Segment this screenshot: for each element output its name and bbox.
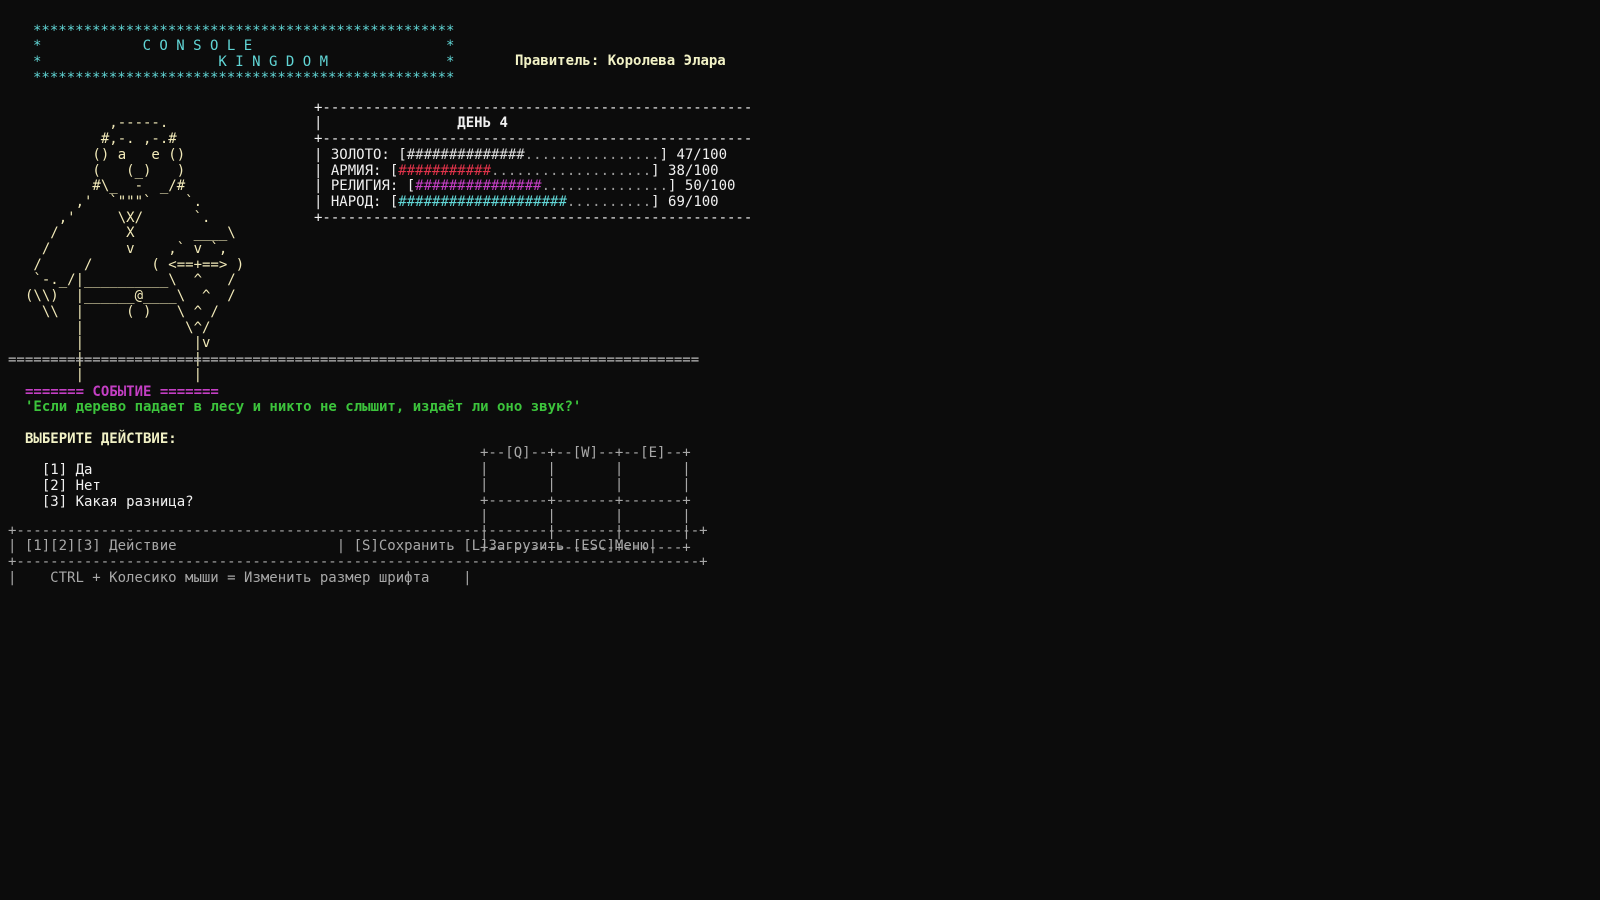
day-label: ДЕНЬ 4	[457, 115, 508, 132]
stat-row-people: | НАРОД: [####################..........…	[314, 193, 719, 210]
ruler-name: Королева Элара	[607, 53, 726, 69]
event-quote: 'Если дерево падает в лесу и никто не сл…	[25, 399, 582, 416]
stat-value: ] 38/100	[651, 162, 719, 179]
menu-button[interactable]: [ESC]Меню	[573, 538, 649, 555]
title-line-console: * C O N S O L E *	[33, 38, 455, 55]
stat-label: АРМИЯ: [	[330, 162, 399, 179]
stat-bar-empty: ..........	[566, 193, 652, 210]
save-button[interactable]: [S]Сохранить	[354, 538, 455, 555]
stat-row-gold: | ЗОЛОТО: [##############...............…	[314, 146, 728, 163]
stat-bar-empty: ...................	[491, 162, 652, 179]
stat-label: РЕЛИГИЯ: [	[330, 178, 416, 195]
console-window: ****************************************…	[0, 0, 1600, 900]
stat-bar-fill: ###############	[415, 178, 542, 195]
ruler-info: Правитель: Королева Элара	[515, 53, 726, 70]
stats-border-bottom: +---------------------------------------…	[314, 209, 753, 226]
stat-label: ЗОЛОТО: [	[330, 146, 407, 163]
stat-value: ] 50/100	[668, 178, 736, 195]
ruler-label: Правитель:	[515, 53, 600, 69]
action-keys-hint[interactable]: [1][2][3] Действие	[25, 538, 177, 555]
section-divider: ========================================…	[8, 352, 700, 368]
footer-panel: +---------------------------------------…	[8, 508, 708, 618]
stats-border-top: +---------------------------------------…	[314, 99, 753, 116]
font-size-hint: CTRL + Колесико мыши = Изменить размер ш…	[50, 569, 430, 586]
portrait-ascii-art: ,-----. #,-. ,-.# () a e () ( (_) ) #\_ …	[25, 115, 245, 383]
stat-bar-empty: ................	[524, 146, 660, 163]
stat-bar-fill: ##############	[406, 146, 525, 163]
stat-row-rel: | РЕЛИГИЯ: [###############.............…	[314, 178, 736, 195]
title-border-top: ****************************************…	[33, 22, 455, 39]
stats-border-mid: +---------------------------------------…	[314, 131, 753, 148]
title-line-kingdom: * K I N G D O M *	[33, 54, 455, 71]
day-row: | ДЕНЬ 4	[314, 115, 508, 132]
footer-controls-row: | [1][2][3] Действие | [S]Сохранить [L]З…	[8, 538, 658, 555]
stat-value: ] 47/100	[659, 146, 728, 163]
stat-row-army: | АРМИЯ: [###########...................…	[314, 162, 719, 179]
footer-border-mid: +---------------------------------------…	[8, 554, 708, 571]
event-header: ======= СОБЫТИЕ =======	[25, 383, 219, 400]
stats-panel: +---------------------------------------…	[314, 85, 752, 258]
stat-bar-empty: ...............	[541, 178, 669, 195]
font-size-hint-row: | CTRL + Колесико мыши = Изменить размер…	[8, 569, 472, 586]
load-button[interactable]: [L]Загрузить	[463, 538, 564, 555]
footer-border-top: +---------------------------------------…	[8, 522, 708, 539]
stat-bar-fill: ####################	[398, 193, 567, 210]
stat-bar-fill: ###########	[398, 162, 492, 179]
stat-rows: | ЗОЛОТО: [##############...............…	[314, 146, 752, 211]
stat-label: НАРОД: [	[330, 193, 399, 210]
stat-value: ] 69/100	[651, 193, 719, 210]
